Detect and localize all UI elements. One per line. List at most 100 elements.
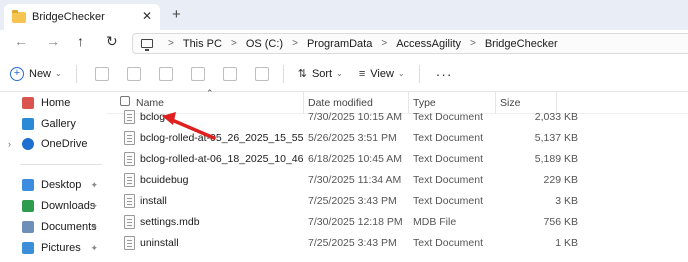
file-type: Text Document (413, 132, 484, 144)
file-name[interactable]: bclog-rolled-at-05_26_2025_15_55 (140, 132, 303, 144)
monitor-icon (141, 39, 153, 51)
file-date: 7/25/2025 3:43 PM (308, 195, 397, 207)
chevron-right-icon[interactable]: > (231, 38, 237, 49)
file-type: Text Document (413, 153, 484, 165)
file-name[interactable]: install (140, 195, 167, 207)
new-label: New (29, 67, 52, 80)
select-all-checkbox[interactable] (120, 96, 130, 106)
sidebar-item-downloads[interactable]: Downloads ✦ (0, 196, 106, 216)
gallery-icon (22, 118, 34, 130)
file-size: 3 KB (555, 195, 578, 207)
breadcrumb[interactable]: > This PC > OS (C:) > ProgramData > Acce… (132, 33, 688, 54)
navigation-pane: Home Gallery › OneDrive Desktop ✦ Downlo… (0, 92, 106, 262)
forward-button[interactable]: → (46, 33, 60, 49)
text-file-icon (124, 152, 135, 166)
sidebar-divider (20, 164, 102, 165)
new-tab-button[interactable]: + (172, 6, 181, 23)
view-button[interactable]: ≡ View ⌄ (359, 68, 405, 80)
file-type: Text Document (413, 237, 484, 249)
file-date: 7/30/2025 12:18 PM (308, 216, 403, 228)
file-date: 7/30/2025 10:15 AM (308, 111, 402, 123)
title-bar: BridgeChecker ✕ + (0, 0, 688, 30)
sidebar-item-onedrive[interactable]: › OneDrive (0, 134, 106, 154)
download-icon (22, 200, 34, 212)
sidebar-item-documents[interactable]: Documents ✦ (0, 217, 106, 237)
sidebar-item-gallery[interactable]: Gallery (0, 114, 106, 134)
pin-icon[interactable]: ✦ (90, 180, 98, 191)
cloud-icon (22, 138, 34, 150)
pictures-icon (22, 242, 34, 254)
file-name[interactable]: bclog (140, 111, 165, 123)
chevron-right-icon[interactable]: > (381, 38, 387, 49)
file-date: 7/25/2025 3:43 PM (308, 237, 397, 249)
command-toolbar: + New ⌄ ⇅ Sort ⌄ ≡ View ⌄ ··· (0, 56, 688, 92)
address-bar: ← → ↑ ↻ > This PC > OS (C:) > ProgramDat… (0, 30, 688, 56)
file-size: 2,033 KB (534, 111, 578, 123)
folder-icon (12, 9, 26, 23)
share-icon[interactable] (222, 66, 237, 81)
cut-icon[interactable] (94, 66, 109, 81)
sort-label: Sort (311, 67, 333, 80)
delete-icon[interactable] (254, 66, 269, 81)
file-size: 229 KB (543, 174, 578, 186)
chevron-right-icon[interactable]: > (470, 38, 476, 49)
crumb-accessagility[interactable]: AccessAgility (396, 38, 461, 50)
chevron-right-icon[interactable]: > (292, 38, 298, 49)
table-row[interactable]: settings.mdb 7/30/2025 12:18 PM MDB File… (106, 212, 688, 233)
sidebar-item-label: Downloads (41, 200, 96, 212)
toolbar-divider (282, 64, 284, 83)
refresh-button[interactable]: ↻ (106, 33, 118, 50)
text-file-icon (124, 236, 135, 250)
back-button[interactable]: ← (14, 33, 28, 49)
rename-icon[interactable] (190, 66, 205, 81)
up-button[interactable]: ↑ (77, 33, 84, 49)
chevron-right-icon[interactable]: > (168, 38, 174, 49)
view-label: View (370, 67, 394, 80)
paste-icon[interactable] (158, 66, 173, 81)
copy-icon[interactable] (126, 66, 141, 81)
file-name[interactable]: bcuidebug (140, 174, 188, 186)
sort-button[interactable]: ⇅ Sort ⌄ (298, 67, 343, 81)
plus-icon: + (10, 66, 24, 81)
text-file-icon (124, 194, 135, 208)
tab-bridgechecker[interactable]: BridgeChecker ✕ (4, 4, 160, 30)
view-icon: ≡ (358, 67, 366, 80)
file-list: ⌃ Name Date modified Type Size bclog 7/3… (106, 88, 688, 262)
table-row[interactable]: bclog-rolled-at-05_26_2025_15_55 5/26/20… (106, 128, 688, 149)
more-options-button[interactable]: ··· (436, 66, 453, 82)
sidebar-item-home[interactable]: Home (0, 93, 106, 113)
crumb-this-pc[interactable]: This PC (183, 38, 222, 50)
chevron-right-icon[interactable]: › (8, 139, 11, 149)
sidebar-item-label: Documents (41, 221, 97, 233)
tab-title: BridgeChecker (32, 11, 105, 23)
file-name[interactable]: settings.mdb (140, 216, 200, 228)
table-row[interactable]: bcuidebug 7/30/2025 11:34 AM Text Docume… (106, 170, 688, 191)
pin-icon[interactable]: ✦ (90, 201, 98, 212)
table-row[interactable]: install 7/25/2025 3:43 PM Text Document … (106, 191, 688, 212)
close-tab-icon[interactable]: ✕ (142, 9, 152, 23)
text-file-icon (124, 110, 135, 124)
pin-icon[interactable]: ✦ (90, 222, 98, 233)
sidebar-item-label: Gallery (41, 118, 76, 130)
file-size: 1 KB (555, 237, 578, 249)
file-size: 5,137 KB (534, 132, 578, 144)
file-name[interactable]: uninstall (140, 237, 179, 249)
sidebar-item-desktop[interactable]: Desktop ✦ (0, 175, 106, 195)
chevron-down-icon: ⌄ (397, 69, 405, 78)
table-row[interactable]: bclog-rolled-at-06_18_2025_10_46 6/18/20… (106, 149, 688, 170)
sidebar-item-pictures[interactable]: Pictures ✦ (0, 238, 106, 258)
toolbar-divider (75, 64, 77, 83)
table-row[interactable]: bclog 7/30/2025 10:15 AM Text Document 2… (106, 107, 688, 128)
sidebar-item-label: Desktop (41, 179, 82, 191)
file-size: 756 KB (543, 216, 578, 228)
crumb-bridgechecker[interactable]: BridgeChecker (485, 38, 558, 50)
sidebar-item-label: OneDrive (41, 138, 88, 150)
file-type: MDB File (413, 216, 457, 228)
file-type: Text Document (413, 174, 484, 186)
pin-icon[interactable]: ✦ (90, 243, 98, 254)
crumb-os-c[interactable]: OS (C:) (246, 38, 283, 50)
table-row[interactable]: uninstall 7/25/2025 3:43 PM Text Documen… (106, 233, 688, 254)
file-name[interactable]: bclog-rolled-at-06_18_2025_10_46 (140, 153, 303, 165)
new-button[interactable]: + New ⌄ (10, 66, 62, 81)
crumb-programdata[interactable]: ProgramData (307, 38, 372, 50)
